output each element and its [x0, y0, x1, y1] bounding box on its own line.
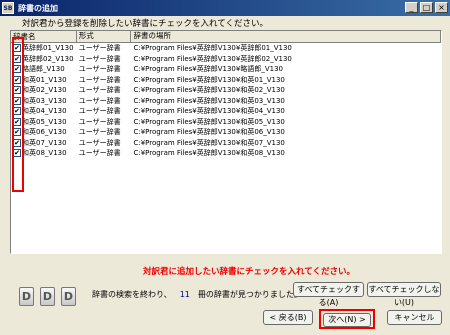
row-checkbox[interactable]: ✔: [13, 149, 21, 158]
notice-text: 対訳君に追加したい辞書にチェックを入れてください。: [143, 267, 355, 277]
dictionary-name: 英辞郎01_V130: [22, 44, 74, 52]
table-row[interactable]: ✔ 英辞郎02_V130 ユーザー辞書 C:¥Program Files¥英辞郎V13…: [11, 54, 441, 65]
table-row[interactable]: ✔ 略語郎_V130 ユーザー辞書 C:¥Program Files¥英辞郎V130¥…: [11, 64, 441, 75]
dictionary-name-cell: ✔ 和英03_V130: [11, 96, 77, 107]
dictionary-path: C:¥Program Files¥英辞郎V130¥略語郎_V130: [133, 65, 283, 73]
table-row[interactable]: ✔ 和英05_V130 ユーザー辞書 C:¥Program Files¥英辞郎V130…: [11, 117, 441, 128]
dictionary-path: C:¥Program Files¥英辞郎V130¥和英04_V130: [133, 107, 285, 115]
dictionary-name-cell: ✔ 和英08_V130: [11, 148, 77, 159]
dictionary-name: 和英04_V130: [22, 107, 67, 115]
table-row[interactable]: ✔ 和英02_V130 ユーザー辞書 C:¥Program Files¥英辞郎V130…: [11, 85, 441, 96]
dictionary-name: 和英06_V130: [22, 128, 67, 136]
dictionary-list[interactable]: 辞書名 形式 辞書の場所 ✔ 英辞郎01_V130 ユーザー辞書 C:¥Program…: [10, 30, 442, 254]
app-icon: SB: [2, 2, 14, 14]
dictionary-name: 和英02_V130: [22, 86, 67, 94]
title-bar: SB 辞書の追加 _ □ ×: [0, 0, 450, 16]
dictionary-path: C:¥Program Files¥英辞郎V130¥英辞郎02_V130: [133, 54, 292, 63]
row-checkbox[interactable]: ✔: [13, 138, 21, 147]
list-header: 辞書名 形式 辞書の場所: [11, 31, 441, 43]
row-checkbox[interactable]: ✔: [13, 86, 21, 95]
cancel-button[interactable]: キャンセル: [387, 310, 442, 325]
found-count: 11: [179, 290, 190, 299]
dictionary-name-cell: ✔ 和英07_V130: [11, 138, 77, 149]
dictionary-path: C:¥Program Files¥英辞郎V130¥和英05_V130: [133, 117, 285, 126]
table-row[interactable]: ✔ 和英03_V130 ユーザー辞書 C:¥Program Files¥英辞郎V130…: [11, 96, 441, 107]
dictionary-path: C:¥Program Files¥英辞郎V130¥和英07_V130: [133, 138, 285, 147]
dictionary-name: 和英08_V130: [22, 149, 67, 157]
list-rows: ✔ 英辞郎01_V130 ユーザー辞書 C:¥Program Files¥英辞郎V13…: [11, 43, 441, 159]
dictionary-name-cell: ✔ 英辞郎01_V130: [11, 43, 77, 54]
row-checkbox[interactable]: ✔: [13, 75, 21, 84]
status-text: 辞書の検索を終わり、 11 冊の辞書が見つかりました。: [92, 289, 302, 300]
dictionary-name-cell: ✔ 略語郎_V130: [11, 64, 77, 75]
dictionary-path: C:¥Program Files¥英辞郎V130¥和英01_V130: [133, 75, 285, 84]
dictionary-name: 英辞郎02_V130: [22, 54, 74, 63]
next-button[interactable]: 次へ(N) >: [323, 313, 371, 327]
status-prefix: 辞書の検索を終わり、: [92, 290, 172, 299]
dictionary-type: ユーザー辞書: [78, 107, 121, 115]
dictionary-path: C:¥Program Files¥英辞郎V130¥和英02_V130: [133, 86, 285, 94]
maximize-button[interactable]: □: [420, 2, 433, 13]
window-title: 辞書の追加: [18, 3, 58, 13]
back-button[interactable]: < 戻る(B): [263, 310, 313, 325]
row-checkbox[interactable]: ✔: [13, 107, 21, 116]
row-checkbox[interactable]: ✔: [13, 96, 21, 105]
uncheck-all-button[interactable]: すべてチェックしない(U): [367, 282, 441, 307]
dictionary-name: 和英01_V130: [22, 75, 67, 84]
dictionary-type: ユーザー辞書: [78, 54, 121, 63]
close-button[interactable]: ×: [435, 2, 448, 13]
check-all-button[interactable]: すべてチェックする(A): [293, 282, 364, 307]
dictionary-path: C:¥Program Files¥英辞郎V130¥和英03_V130: [133, 96, 285, 105]
dictionary-type: ユーザー辞書: [78, 149, 121, 157]
dictionary-type: ユーザー辞書: [78, 86, 121, 94]
dictionary-name: 略語郎_V130: [22, 65, 65, 73]
dictionary-path: C:¥Program Files¥英辞郎V130¥和英08_V130: [133, 149, 285, 157]
dictionary-type: ユーザー辞書: [78, 44, 121, 52]
row-checkbox[interactable]: ✔: [13, 65, 21, 74]
dictionary-name: 和英07_V130: [22, 138, 67, 147]
column-header-name[interactable]: 辞書名: [11, 31, 77, 42]
dictionary-name-cell: ✔ 和英04_V130: [11, 106, 77, 117]
instruction-text: 対訳君から登録を削除したい辞書にチェックを入れてください。: [22, 19, 268, 29]
column-header-type[interactable]: 形式: [76, 31, 132, 42]
dictionary-name-cell: ✔ 和英06_V130: [11, 127, 77, 138]
minimize-button[interactable]: _: [405, 2, 418, 13]
dictionary-name: 和英05_V130: [22, 117, 67, 126]
dictionary-type: ユーザー辞書: [78, 65, 121, 73]
dictionary-icon: D: [61, 287, 76, 306]
dictionary-type: ユーザー辞書: [78, 117, 121, 126]
table-row[interactable]: ✔ 和英06_V130 ユーザー辞書 C:¥Program Files¥英辞郎V130…: [11, 127, 441, 138]
dictionary-icon: D: [19, 287, 34, 306]
dictionary-path: C:¥Program Files¥英辞郎V130¥和英06_V130: [133, 128, 285, 136]
dictionary-path: C:¥Program Files¥英辞郎V130¥英辞郎01_V130: [133, 44, 292, 52]
table-row[interactable]: ✔ 和英04_V130 ユーザー辞書 C:¥Program Files¥英辞郎V130…: [11, 106, 441, 117]
table-row[interactable]: ✔ 英辞郎01_V130 ユーザー辞書 C:¥Program Files¥英辞郎V13…: [11, 43, 441, 54]
table-row[interactable]: ✔ 和英01_V130 ユーザー辞書 C:¥Program Files¥英辞郎V130…: [11, 75, 441, 86]
row-checkbox[interactable]: ✔: [13, 128, 21, 137]
table-row[interactable]: ✔ 和英08_V130 ユーザー辞書 C:¥Program Files¥英辞郎V130…: [11, 148, 441, 159]
dictionary-name-cell: ✔ 英辞郎02_V130: [11, 54, 77, 65]
dictionary-name: 和英03_V130: [22, 96, 67, 105]
table-row[interactable]: ✔ 和英07_V130 ユーザー辞書 C:¥Program Files¥英辞郎V130…: [11, 138, 441, 149]
status-suffix: 冊の辞書が見つかりました。: [197, 290, 302, 299]
dictionary-icon: D: [40, 287, 55, 306]
row-checkbox[interactable]: ✔: [13, 54, 21, 63]
dictionary-name-cell: ✔ 和英05_V130: [11, 117, 77, 128]
dictionary-type: ユーザー辞書: [78, 128, 121, 136]
dictionary-type: ユーザー辞書: [78, 96, 121, 105]
dictionary-type: ユーザー辞書: [78, 75, 121, 84]
row-checkbox[interactable]: ✔: [13, 117, 21, 126]
dictionary-name-cell: ✔ 和英01_V130: [11, 75, 77, 86]
column-header-path[interactable]: 辞書の場所: [131, 31, 441, 42]
dictionary-name-cell: ✔ 和英02_V130: [11, 85, 77, 96]
dictionary-type: ユーザー辞書: [78, 138, 121, 147]
row-checkbox[interactable]: ✔: [13, 44, 21, 53]
